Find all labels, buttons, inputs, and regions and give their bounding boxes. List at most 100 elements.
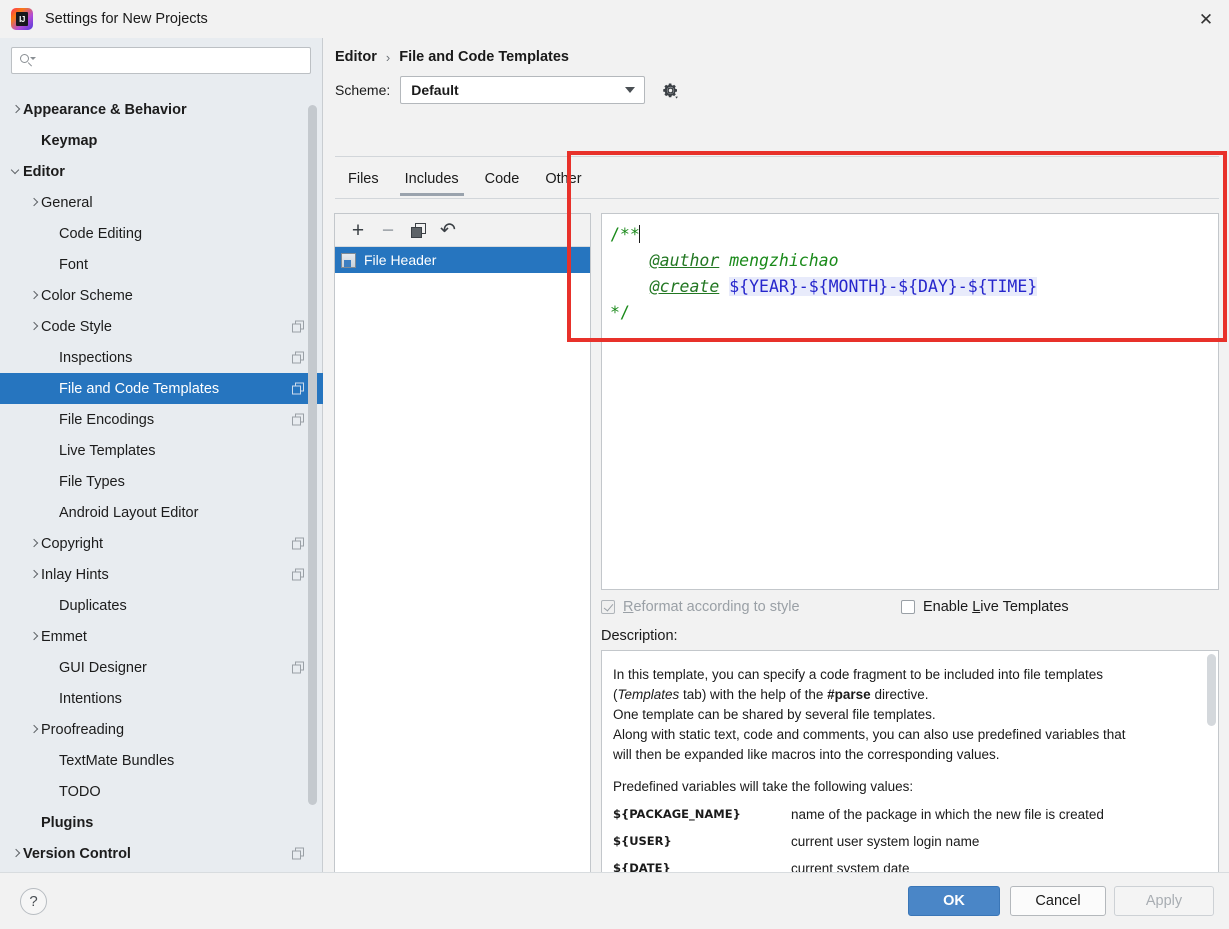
ok-button[interactable]: OK [908, 886, 1000, 916]
sidebar-item-inspections[interactable]: Inspections [0, 342, 323, 373]
sidebar-item-label: Duplicates [59, 597, 127, 614]
scheme-row: Scheme: Default [324, 65, 1229, 104]
remove-template-button[interactable]: − [375, 217, 401, 243]
chevron-right-icon[interactable] [28, 537, 41, 550]
editor-options: Reformat according to style Enable Live … [601, 595, 1219, 619]
gear-icon[interactable] [661, 81, 680, 100]
sidebar-item-textmate-bundles[interactable]: TextMate Bundles [0, 745, 323, 776]
sidebar-item-label: Editor [23, 163, 65, 180]
chevron-right-icon[interactable] [28, 630, 41, 643]
chevron-placeholder [46, 258, 59, 271]
list-item[interactable]: File Header [335, 247, 590, 273]
sidebar-scrollbar-thumb[interactable] [308, 105, 317, 805]
predefined-variables-table: ${PACKAGE_NAME} name of the package in wh… [613, 801, 1200, 882]
add-template-button[interactable]: + [345, 217, 371, 243]
sidebar-item-editor[interactable]: Editor [0, 156, 323, 187]
chevron-right-icon[interactable] [28, 568, 41, 581]
sidebar-item-code-editing[interactable]: Code Editing [0, 218, 323, 249]
project-scope-badge-icon [292, 568, 305, 581]
chevron-right-icon[interactable] [28, 723, 41, 736]
sidebar-item-file-encodings[interactable]: File Encodings [0, 404, 323, 435]
variables-intro: Predefined variables will take the follo… [613, 779, 914, 794]
description-line-3: One template can be shared by several fi… [613, 707, 936, 722]
sidebar-item-plugins[interactable]: Plugins [0, 807, 323, 838]
description-scrollbar-thumb[interactable] [1207, 654, 1216, 726]
reformat-according-to-style-checkbox[interactable]: Reformat according to style [601, 599, 901, 615]
search-box[interactable] [11, 47, 311, 74]
description-line-2: (Templates tab) with the help of the #pa… [613, 687, 929, 702]
tab-code[interactable]: Code [472, 168, 533, 196]
sidebar-item-appearance-behavior[interactable]: Appearance & Behavior [0, 94, 323, 125]
sidebar-item-general[interactable]: General [0, 187, 323, 218]
settings-dialog: IJ Settings for New Projects ✕ Appearanc… [0, 0, 1229, 929]
chevron-placeholder [46, 785, 59, 798]
template-editor[interactable]: /** @author mengzhichao @create ${YEAR}-… [601, 213, 1219, 590]
chevron-placeholder [28, 134, 41, 147]
sidebar-item-gui-designer[interactable]: GUI Designer [0, 652, 323, 683]
search-area [0, 38, 322, 74]
chevron-right-icon[interactable] [28, 289, 41, 302]
chevron-down-icon [625, 87, 636, 93]
chevron-placeholder [46, 506, 59, 519]
chevron-down-icon[interactable] [10, 165, 23, 178]
reformat-label: Reformat according to style [623, 599, 800, 615]
sidebar-item-inlay-hints[interactable]: Inlay Hints [0, 559, 323, 590]
chevron-right-icon[interactable] [28, 320, 41, 333]
chevron-right-icon[interactable] [10, 847, 23, 860]
sidebar-item-android-layout-editor[interactable]: Android Layout Editor [0, 497, 323, 528]
copy-icon [410, 222, 426, 238]
sidebar-item-duplicates[interactable]: Duplicates [0, 590, 323, 621]
variable-row: ${USER} current user system login name [613, 828, 1200, 855]
search-icon [19, 53, 36, 69]
breadcrumb-current: File and Code Templates [399, 49, 569, 65]
sidebar-item-file-types[interactable]: File Types [0, 466, 323, 497]
chevron-placeholder [46, 351, 59, 364]
chevron-placeholder [28, 816, 41, 829]
breadcrumb-parent[interactable]: Editor [335, 49, 377, 65]
apply-button[interactable]: Apply [1114, 886, 1214, 916]
sidebar-item-label: Emmet [41, 628, 87, 645]
sidebar-item-live-templates[interactable]: Live Templates [0, 435, 323, 466]
sidebar-item-label: Proofreading [41, 721, 125, 738]
breadcrumb-separator-icon: › [385, 49, 391, 65]
template-file-icon [341, 252, 356, 268]
search-input[interactable] [38, 53, 303, 68]
sidebar-item-proofreading[interactable]: Proofreading [0, 714, 323, 745]
tab-other[interactable]: Other [532, 168, 594, 196]
tab-includes[interactable]: Includes [392, 168, 472, 196]
sidebar-item-label: General [41, 194, 93, 211]
chevron-right-icon[interactable] [28, 196, 41, 209]
help-icon[interactable]: ? [20, 888, 47, 915]
scheme-dropdown[interactable]: Default [400, 76, 646, 104]
copy-template-button[interactable] [405, 217, 431, 243]
chevron-right-icon[interactable] [10, 103, 23, 116]
project-scope-badge-icon [292, 537, 305, 550]
sidebar-item-color-scheme[interactable]: Color Scheme [0, 280, 323, 311]
revert-template-button[interactable]: ↶ [435, 217, 461, 243]
sidebar-item-label: Inspections [59, 349, 133, 366]
tab-files[interactable]: Files [335, 168, 392, 196]
sidebar-item-code-style[interactable]: Code Style [0, 311, 323, 342]
sidebar-item-copyright[interactable]: Copyright [0, 528, 323, 559]
variable-row: ${PACKAGE_NAME} name of the package in wh… [613, 801, 1200, 828]
project-scope-badge-icon [292, 413, 305, 426]
sidebar-item-todo[interactable]: TODO [0, 776, 323, 807]
sidebar-item-label: TextMate Bundles [59, 752, 175, 769]
sidebar-item-file-and-code-templates[interactable]: File and Code Templates [0, 373, 323, 404]
checkbox-box [901, 600, 915, 614]
sidebar-item-version-control[interactable]: Version Control [0, 838, 323, 869]
template-list: File Header [335, 247, 590, 273]
sidebar-scrollbar[interactable] [308, 105, 317, 805]
close-icon[interactable]: ✕ [1183, 0, 1229, 38]
sidebar-item-intentions[interactable]: Intentions [0, 683, 323, 714]
sidebar-item-emmet[interactable]: Emmet [0, 621, 323, 652]
sidebar-item-keymap[interactable]: Keymap [0, 125, 323, 156]
cancel-button[interactable]: Cancel [1010, 886, 1106, 916]
window-title: Settings for New Projects [45, 11, 208, 27]
template-code[interactable]: /** @author mengzhichao @create ${YEAR}-… [602, 214, 1218, 326]
sidebar-item-label: Plugins [41, 814, 94, 831]
chevron-placeholder [46, 382, 59, 395]
enable-live-templates-checkbox[interactable]: Enable Live Templates [901, 599, 1069, 615]
sidebar-item-label: Inlay Hints [41, 566, 109, 583]
sidebar-item-font[interactable]: Font [0, 249, 323, 280]
